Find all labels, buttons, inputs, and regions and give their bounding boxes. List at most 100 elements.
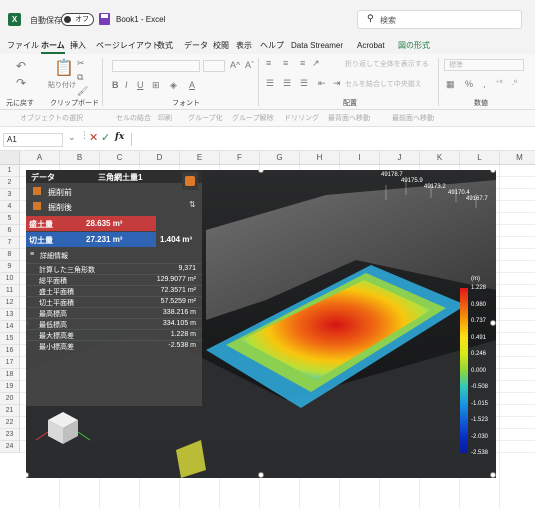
align-middle-icon[interactable]: ≡ [283, 58, 288, 68]
qat-item[interactable]: ドリリング [284, 113, 319, 123]
name-box[interactable]: A1 [3, 133, 63, 147]
decrease-decimal-icon[interactable]: .⁰ [512, 79, 517, 87]
row-header[interactable]: 21 [0, 405, 20, 417]
enter-icon[interactable]: ✓ [101, 131, 110, 144]
percent-icon[interactable]: % [465, 79, 473, 89]
row-header[interactable]: 5 [0, 213, 20, 225]
font-grow-button[interactable]: A^ [230, 60, 240, 70]
align-top-icon[interactable]: ≡ [266, 58, 271, 68]
format-painter-icon[interactable]: 🖌 [77, 86, 88, 97]
cut-icon[interactable]: ✂ [77, 58, 85, 69]
comma-icon[interactable]: , [483, 79, 486, 89]
column-header[interactable]: F [220, 151, 260, 165]
row-header[interactable]: 4 [0, 201, 20, 213]
row-header[interactable]: 17 [0, 357, 20, 369]
column-header[interactable]: K [420, 151, 460, 165]
row-header[interactable]: 16 [0, 345, 20, 357]
row-header[interactable]: 1 [0, 165, 20, 177]
resize-handle[interactable] [490, 320, 496, 326]
font-shrink-button[interactable]: Aˇ [245, 60, 254, 70]
collapse-icon[interactable]: ≡ [30, 251, 34, 258]
fx-icon[interactable]: fx [115, 132, 124, 142]
qat-item[interactable]: オブジェクトの選択 [20, 113, 83, 123]
column-header[interactable]: E [180, 151, 220, 165]
row-header[interactable]: 19 [0, 381, 20, 393]
italic-button[interactable]: I [125, 80, 128, 90]
align-left-icon[interactable]: ☰ [266, 78, 274, 89]
font-color-icon[interactable]: A [189, 80, 195, 90]
qat-item[interactable]: グループ解除 [232, 113, 274, 123]
column-header[interactable]: H [300, 151, 340, 165]
column-header[interactable]: C [100, 151, 140, 165]
undo-icon[interactable]: ↶ [16, 59, 26, 73]
resize-handle[interactable] [490, 472, 496, 478]
menu-tab[interactable]: Acrobat [357, 40, 385, 52]
wrap-text-button[interactable]: 折り返して全体を表示する [345, 59, 429, 69]
row-header[interactable]: 3 [0, 189, 20, 201]
merge-center-button[interactable]: セルを結合して中央揃え [345, 79, 422, 89]
row-header[interactable]: 2 [0, 177, 20, 189]
menu-tab[interactable]: 数式 [157, 40, 173, 52]
paste-icon[interactable]: 📋 [54, 58, 74, 78]
font-size-combo[interactable] [203, 60, 225, 72]
column-header[interactable]: G [260, 151, 300, 165]
menu-tab[interactable]: ページレイアウト [96, 40, 160, 52]
row-header[interactable]: 20 [0, 393, 20, 405]
before-row[interactable]: 掘削前 [26, 185, 202, 198]
qat-item[interactable]: 最前面へ移動 [392, 113, 434, 123]
row-header[interactable]: 12 [0, 297, 20, 309]
row-header[interactable]: 6 [0, 225, 20, 237]
menu-tab[interactable]: ファイル [7, 40, 39, 52]
column-header[interactable]: L [460, 151, 500, 165]
cancel-icon[interactable]: ✕ [89, 131, 98, 144]
qat-item[interactable]: 印刷 [158, 113, 172, 123]
row-header[interactable]: 11 [0, 285, 20, 297]
increase-decimal-icon[interactable]: ⁺⁰ [496, 79, 503, 87]
menu-tab[interactable]: データ [184, 40, 208, 52]
underline-button[interactable]: U [137, 80, 144, 90]
menu-tab[interactable]: 校閲 [213, 40, 229, 52]
fill-color-icon[interactable]: ◈ [170, 80, 177, 91]
save-icon[interactable] [99, 13, 110, 25]
column-header[interactable]: B [60, 151, 100, 165]
paste-label[interactable]: 貼り付け [48, 80, 76, 90]
select-all-corner[interactable] [0, 151, 20, 165]
row-header[interactable]: 10 [0, 273, 20, 285]
align-center-icon[interactable]: ☰ [283, 78, 291, 89]
row-header[interactable]: 22 [0, 417, 20, 429]
redo-icon[interactable]: ↷ [16, 76, 26, 90]
row-header[interactable]: 8 [0, 249, 20, 261]
border-icon[interactable]: ⊞ [152, 80, 160, 91]
menu-tab[interactable]: 図の形式 [398, 40, 430, 52]
row-header[interactable]: 9 [0, 261, 20, 273]
font-name-combo[interactable] [112, 60, 200, 72]
menu-tab[interactable]: ホーム [41, 40, 65, 54]
formula-input[interactable] [136, 133, 526, 147]
detail-header[interactable]: ≡ 詳細情報 [26, 250, 202, 262]
column-header[interactable]: I [340, 151, 380, 165]
row-header[interactable]: 18 [0, 369, 20, 381]
accounting-icon[interactable]: ▦ [446, 79, 455, 90]
column-header[interactable]: D [140, 151, 180, 165]
align-bottom-icon[interactable]: ≡ [300, 58, 305, 68]
indent-icon[interactable]: ⇤ [318, 78, 326, 89]
row-header[interactable]: 23 [0, 429, 20, 441]
menu-tab[interactable]: ヘルプ [260, 40, 284, 52]
menu-tab[interactable]: 表示 [236, 40, 252, 52]
bold-button[interactable]: B [112, 80, 119, 90]
orientation-icon[interactable]: ↗ [312, 58, 320, 69]
after-row[interactable]: 掘削後 ⇅ [26, 200, 202, 213]
resize-handle[interactable] [258, 472, 264, 478]
menu-tab[interactable]: Data Streamer [291, 40, 343, 52]
column-header[interactable]: M [500, 151, 535, 165]
row-header[interactable]: 24 [0, 441, 20, 453]
qat-item[interactable]: 最背面へ移動 [328, 113, 370, 123]
align-right-icon[interactable]: ☰ [300, 78, 308, 89]
row-header[interactable]: 15 [0, 333, 20, 345]
column-header[interactable]: J [380, 151, 420, 165]
qat-item[interactable]: グループ化 [188, 113, 223, 123]
column-header[interactable]: A [20, 151, 60, 165]
search-box[interactable]: ⚲ 検索 [357, 10, 522, 29]
autosave-toggle[interactable]: オフ [61, 13, 94, 26]
copy-icon[interactable]: ⧉ [77, 72, 83, 83]
